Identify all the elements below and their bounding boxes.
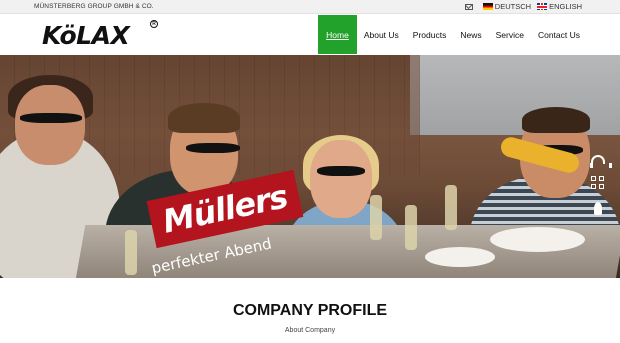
nav-service[interactable]: Service [489, 15, 531, 54]
bottle [405, 205, 417, 250]
nav-news[interactable]: News [453, 15, 488, 54]
language-label: ENGLISH [549, 2, 582, 11]
hero-banner[interactable]: Müllers perfekter Abend [0, 55, 620, 278]
headset-icon[interactable] [590, 155, 612, 168]
section-subtitle: About Company [284, 327, 336, 334]
bottle [370, 195, 382, 240]
plate [490, 227, 585, 252]
sunglasses [186, 143, 240, 153]
section-title: COMPANY PROFILE [232, 302, 388, 319]
nav-about-us[interactable]: About Us [357, 15, 406, 54]
bottle [445, 185, 457, 230]
company-profile-section: COMPANY PROFILE About Company [0, 278, 620, 343]
side-tools [588, 155, 612, 216]
nav-home[interactable]: Home [318, 15, 357, 54]
mail-icon[interactable] [464, 3, 473, 10]
rocket-icon [594, 202, 602, 215]
back-to-top-button[interactable] [591, 202, 605, 216]
language-label: DEUTSCH [494, 2, 532, 11]
sunglasses [20, 113, 82, 123]
bottle [125, 230, 137, 275]
de-flag-icon [482, 3, 493, 10]
plate [425, 247, 495, 267]
uk-flag-icon [537, 3, 548, 10]
language-deutsch[interactable]: DEUTSCH [482, 2, 532, 11]
company-name: MÜNSTERBERG GROUP GMBH & CO. [34, 3, 154, 10]
language-english[interactable]: ENGLISH [537, 2, 582, 11]
top-bar: MÜNSTERBERG GROUP GMBH & CO. DEUTSCH ENG… [0, 0, 620, 14]
logo[interactable]: KöLAX [42, 21, 130, 50]
main-nav: Home About Us Products News Service Cont… [318, 15, 587, 54]
site-header: KöLAX R Home About Us Products News Serv… [0, 15, 620, 55]
nav-products[interactable]: Products [406, 15, 454, 54]
registered-mark: R [150, 20, 158, 28]
person-2-hair [168, 103, 240, 133]
person-4-hair [522, 107, 590, 133]
top-bar-links: DEUTSCH ENGLISH [464, 2, 582, 11]
sunglasses [317, 166, 365, 176]
nav-contact-us[interactable]: Contact Us [531, 15, 587, 54]
qr-code-icon[interactable] [591, 176, 605, 190]
person-1-face [15, 85, 85, 165]
person-3-face [310, 140, 372, 218]
